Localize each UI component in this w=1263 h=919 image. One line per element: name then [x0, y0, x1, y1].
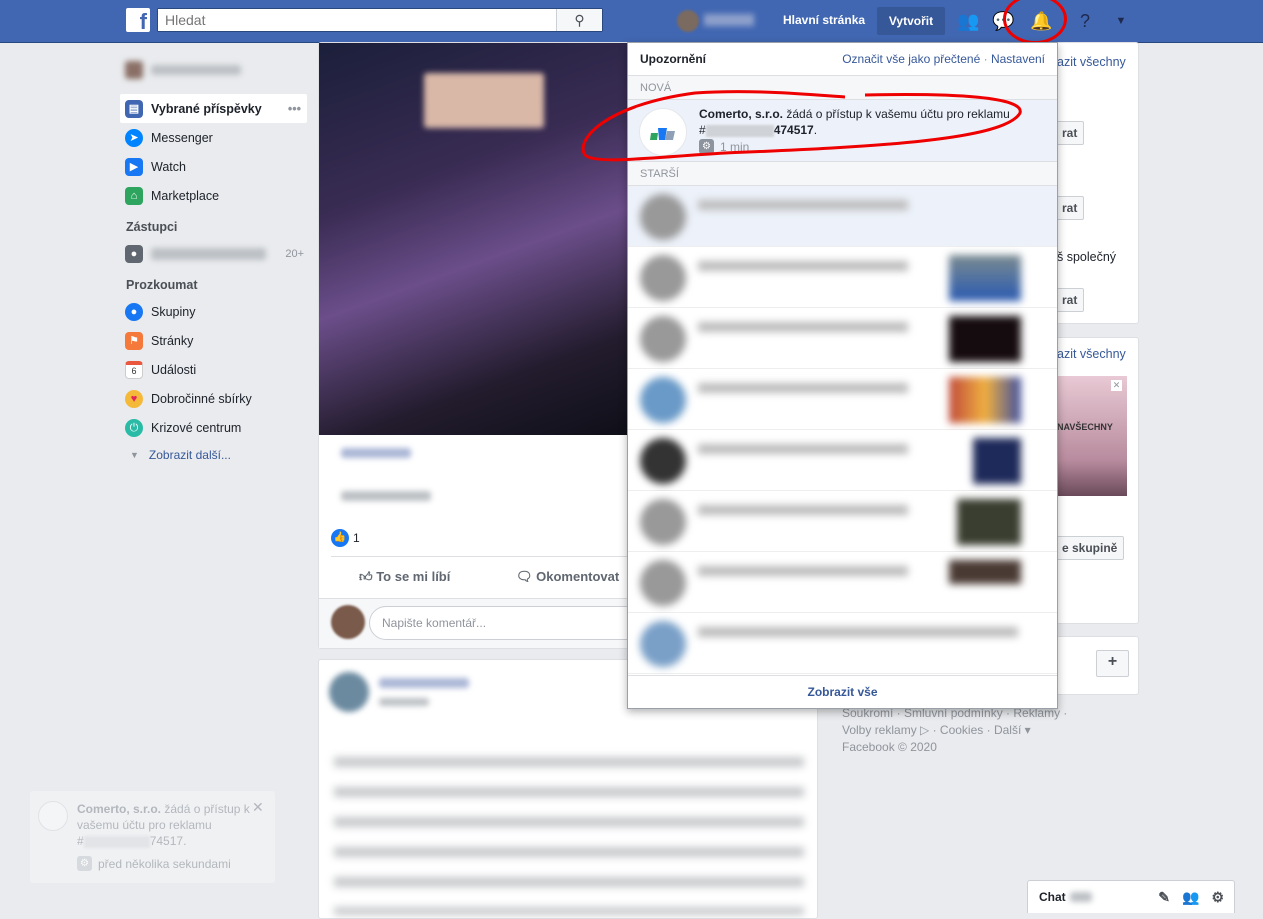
- left-sidebar: ▤ Vybrané příspěvky ••• ➤ Messenger ▶ Watch …: [120, 55, 310, 468]
- notification-item-blurred[interactable]: [628, 247, 1057, 308]
- ad-image[interactable]: NAVŠECHNY: [1057, 376, 1127, 496]
- notification-item-blurred[interactable]: [628, 613, 1057, 674]
- card-button[interactable]: rat: [1055, 196, 1085, 220]
- more-options-icon[interactable]: •••: [288, 102, 301, 116]
- groups-icon: ●: [125, 302, 143, 321]
- like-reaction-icon: 👍: [331, 529, 349, 547]
- sidebar-item-news-feed[interactable]: ▤ Vybrané příspěvky •••: [120, 94, 307, 123]
- card-button[interactable]: rat: [1055, 121, 1085, 145]
- top-navigation-bar: f ⚲ Hlavní stránka Vytvořit 👥 💬 🔔 ? ▼: [0, 0, 1263, 43]
- notification-item-blurred[interactable]: [628, 552, 1057, 613]
- comerto-logo: [38, 801, 68, 831]
- search-button[interactable]: ⚲: [556, 9, 602, 31]
- sidebar-item-events[interactable]: 6 Události: [120, 355, 310, 384]
- notifications-title: Upozornění: [640, 52, 706, 66]
- comment-icon: 🗨: [516, 569, 537, 584]
- notification-item-blurred[interactable]: [628, 308, 1057, 369]
- red-annotation-scribble: [581, 90, 1022, 162]
- gear-icon: ⚙: [77, 856, 92, 871]
- notification-item-blurred[interactable]: [628, 186, 1057, 247]
- shortcut-count: 20+: [285, 247, 304, 260]
- reaction-summary[interactable]: 👍 1: [331, 529, 360, 547]
- explore-heading: Prozkoumat: [126, 278, 198, 292]
- group-icon: ●: [125, 244, 143, 263]
- watch-icon: ▶: [125, 157, 143, 176]
- gear-icon[interactable]: ⚙: [1211, 889, 1224, 906]
- blurred-post-text: [334, 745, 804, 915]
- messenger-icon: ➤: [125, 128, 143, 147]
- search-box: ⚲: [157, 8, 603, 32]
- like-button[interactable]: 👍︎ To se mi líbí: [359, 569, 450, 585]
- search-input[interactable]: [158, 9, 553, 31]
- comment-button[interactable]: 🗨 Okomentovat: [516, 569, 619, 585]
- create-group-icon[interactable]: 👥: [1182, 889, 1199, 906]
- sidebar-item-marketplace[interactable]: ⌂ Marketplace: [120, 181, 310, 210]
- shortcut-group[interactable]: ● 20+: [120, 239, 310, 268]
- blurred-faces: [424, 73, 544, 128]
- sidebar-item-messenger[interactable]: ➤ Messenger: [120, 123, 310, 152]
- profile-shortcut[interactable]: [120, 55, 310, 84]
- profile-avatar[interactable]: [677, 10, 699, 32]
- join-group-button[interactable]: e skupině: [1055, 536, 1125, 560]
- add-button[interactable]: +: [1096, 650, 1129, 677]
- fundraisers-icon: ♥: [125, 389, 143, 408]
- thumbs-up-icon: 👍︎: [359, 569, 377, 584]
- new-message-icon[interactable]: ✎: [1158, 889, 1170, 906]
- crisis-response-icon: ⏻: [125, 418, 143, 437]
- see-all-notifications-link[interactable]: Zobrazit vše: [628, 675, 1057, 708]
- sidebar-item-groups[interactable]: ● Skupiny: [120, 297, 310, 326]
- search-icon: ⚲: [574, 12, 585, 28]
- close-icon[interactable]: ✕: [1111, 380, 1122, 391]
- notification-item-blurred[interactable]: [628, 491, 1057, 552]
- commenter-avatar: [331, 605, 365, 639]
- see-all-link[interactable]: azit všechny: [1057, 55, 1126, 69]
- events-calendar-icon: 6: [125, 360, 143, 379]
- help-icon[interactable]: ?: [1074, 10, 1096, 32]
- card-button[interactable]: rat: [1055, 288, 1085, 312]
- create-button[interactable]: Vytvořit: [877, 7, 945, 35]
- news-feed-icon: ▤: [125, 99, 143, 118]
- pages-flag-icon: ⚑: [125, 331, 143, 350]
- sidebar-item-pages[interactable]: ⚑ Stránky: [120, 326, 310, 355]
- see-more-link[interactable]: ▼ Zobrazit další...: [120, 442, 310, 468]
- mark-all-read-link[interactable]: Označit vše jako přečtené: [842, 52, 980, 66]
- see-all-link[interactable]: azit všechny: [1057, 347, 1126, 361]
- facebook-logo[interactable]: f: [126, 8, 150, 32]
- notification-item-blurred[interactable]: [628, 430, 1057, 491]
- home-link[interactable]: Hlavní stránka: [783, 13, 865, 27]
- chat-bar[interactable]: Chat ✎ 👥 ⚙: [1027, 880, 1235, 913]
- marketplace-icon: ⌂: [125, 186, 143, 205]
- account-menu-chevron-icon[interactable]: ▼: [1110, 10, 1132, 32]
- chevron-down-icon: ▼: [130, 450, 139, 460]
- sidebar-item-watch[interactable]: ▶ Watch: [120, 152, 310, 181]
- close-icon[interactable]: ✕: [252, 799, 264, 816]
- footer-links: Soukromí · Smluvní podmínky · Reklamy · …: [842, 706, 1068, 754]
- notification-toast[interactable]: Comerto, s.r.o. žádá o přístup k vašemu …: [30, 791, 275, 883]
- shortcuts-heading: Zástupci: [126, 220, 178, 234]
- sidebar-item-crisis-response[interactable]: ⏻ Krizové centrum: [120, 413, 310, 442]
- older-notifications-list: [628, 186, 1057, 674]
- sidebar-item-fundraisers[interactable]: ♥ Dobročinné sbírky: [120, 384, 310, 413]
- friend-requests-icon[interactable]: 👥: [957, 10, 979, 32]
- notification-settings-link[interactable]: Nastavení: [991, 52, 1045, 66]
- profile-name-blurred[interactable]: [704, 14, 754, 26]
- notification-item-blurred[interactable]: [628, 369, 1057, 430]
